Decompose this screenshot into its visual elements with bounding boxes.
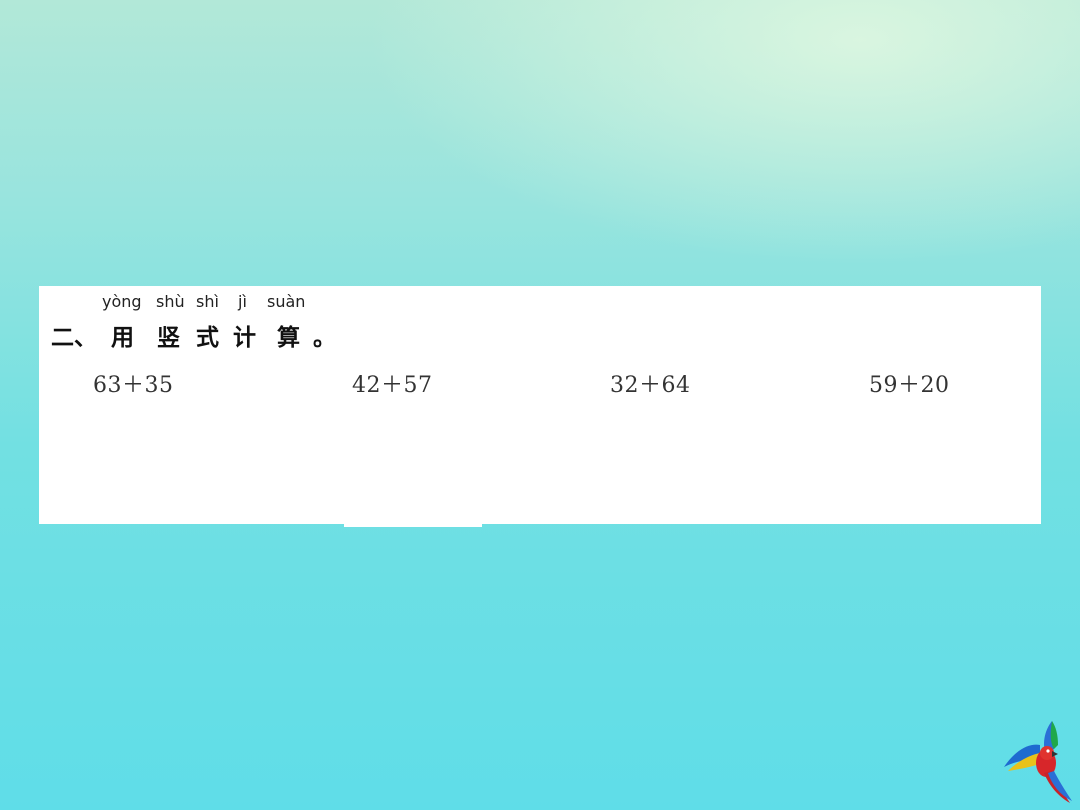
problem-3: 32＋64	[610, 373, 691, 398]
exercise-card: yòng shù shì jì suàn 二、 用 竖 式 计 算 。 63＋3…	[39, 286, 1041, 524]
pinyin-suan: suàn	[267, 292, 306, 311]
problem-4: 59＋20	[869, 373, 950, 398]
heading-char-ji: 计	[233, 325, 256, 351]
card-tab	[344, 524, 482, 527]
problem-2: 42＋57	[352, 373, 433, 398]
heading-period: 。	[313, 325, 336, 351]
heading-char-suan: 算	[277, 325, 300, 351]
heading-char-shi: 式	[196, 325, 219, 351]
problem-1: 63＋35	[93, 373, 174, 398]
exercise-number: 二、	[51, 325, 97, 351]
pinyin-shi: shì	[196, 292, 219, 311]
heading-char-shu: 竖	[157, 325, 180, 351]
pinyin-yong: yòng	[102, 292, 142, 311]
parrot-icon	[1004, 721, 1072, 803]
pinyin-shu: shù	[156, 292, 185, 311]
heading-char-yong: 用	[111, 325, 134, 351]
pinyin-ji: jì	[238, 292, 247, 311]
